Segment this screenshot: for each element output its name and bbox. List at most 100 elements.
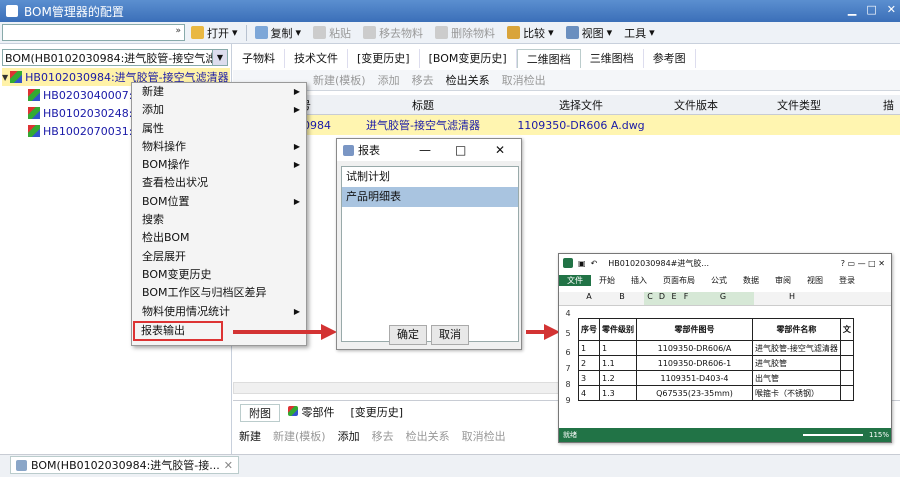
- menu-item-add[interactable]: 添加 ▶: [132, 101, 306, 119]
- menu-item-new[interactable]: 新建 ▶: [132, 83, 306, 101]
- add-button[interactable]: 添加: [372, 70, 406, 90]
- save-icon[interactable]: ▣: [578, 259, 586, 268]
- open-button[interactable]: 打开 ▾: [185, 23, 244, 43]
- menu-item-material-ops[interactable]: 物料操作 ▶: [132, 138, 306, 156]
- view-button[interactable]: 视图 ▾: [560, 23, 619, 43]
- dialog-close-button[interactable]: ✕: [495, 143, 505, 157]
- table-row[interactable]: 030984 进气胶管-接空气滤清器 1109350-DR606 A.dwg: [233, 115, 900, 135]
- row-number: 5: [565, 329, 571, 338]
- excel-sheet: A B C D E F G H 4 5 6 7 8 9 序号 零件级别 零部件图…: [559, 292, 891, 426]
- tab-bottom-change-history[interactable]: [变更历史]: [343, 404, 412, 422]
- list-item[interactable]: 产品明细表: [342, 187, 518, 207]
- paste-button[interactable]: 粘贴: [307, 23, 357, 43]
- cancel-button[interactable]: 取消: [431, 325, 469, 345]
- menu-item-bom-location[interactable]: BOM位置 ▶: [132, 193, 306, 211]
- submenu-arrow-icon: ▶: [293, 160, 300, 170]
- bottom-add-button[interactable]: 添加: [332, 426, 366, 446]
- tab-change-history[interactable]: [变更历史]: [348, 49, 420, 68]
- tab-parts[interactable]: 零部件: [280, 404, 343, 422]
- menu-item-checkout-bom[interactable]: 检出BOM: [132, 229, 306, 247]
- excel-status-bar: 就绪 115%: [559, 428, 891, 442]
- column-headers: A B C D E F G H: [559, 292, 891, 306]
- menu-item-report-output[interactable]: 报表输出: [133, 320, 223, 342]
- move-icon: [363, 26, 377, 39]
- ribbon-tab[interactable]: 插入: [623, 275, 655, 286]
- ribbon-tab[interactable]: 文件: [559, 274, 591, 286]
- menu-item-workspace-diff[interactable]: BOM工作区与归档区差异: [132, 284, 306, 302]
- bom-icon: [28, 125, 40, 137]
- copy-icon: [254, 26, 268, 39]
- report-dialog: 报表 — □ ✕ 试制计划 产品明细表 确定 取消: [336, 138, 522, 350]
- list-item[interactable]: 试制计划: [342, 167, 518, 187]
- ribbon-tab[interactable]: 数据: [735, 275, 767, 286]
- detail-tabs: 子物料 技术文件 [变更历史] [BOM变更历史] 二维图档 三维图档 参考图: [233, 48, 900, 68]
- menu-item-bom-change-history[interactable]: BOM变更历史: [132, 266, 306, 284]
- ribbon-tab[interactable]: 视图: [799, 275, 831, 286]
- menu-item-checkout-status[interactable]: 查看检出状况: [132, 174, 306, 192]
- close-icon[interactable]: ✕: [224, 459, 233, 472]
- report-list: 试制计划 产品明细表: [341, 166, 519, 342]
- zoom-slider[interactable]: [802, 434, 863, 436]
- dialog-minimize-button[interactable]: —: [419, 143, 431, 157]
- dialog-maximize-button[interactable]: □: [455, 143, 466, 157]
- submenu-arrow-icon: ▶: [293, 306, 300, 316]
- minimize-button[interactable]: ▁: [848, 3, 856, 16]
- bom-selector[interactable]: BOM(HB0102030984:进气胶管-接空气滤 ▼: [2, 49, 228, 66]
- table-row[interactable]: 3 1.2 1109351-D403-4 出气管: [578, 370, 854, 386]
- doc-toolbar: 新建(模板) 添加 移去 检出关系 取消检出: [233, 70, 900, 91]
- bottom-cancel-checkout-button[interactable]: 取消检出: [456, 426, 512, 446]
- bottom-checkout-relation-button[interactable]: 检出关系: [400, 426, 456, 446]
- report-icon: [343, 144, 354, 156]
- row-number: 4: [565, 309, 571, 318]
- new-template-button[interactable]: 新建(模板): [307, 70, 372, 90]
- chevron-down-icon: ▼: [212, 50, 227, 65]
- table-row[interactable]: 1 1 1109350-DR606/A 进气胶管-接空气滤清器: [578, 340, 854, 356]
- horizontal-scrollbar[interactable]: [233, 382, 573, 394]
- cancel-checkout-button[interactable]: 取消检出: [496, 70, 552, 90]
- bottom-new-template-button[interactable]: 新建(模板): [267, 426, 332, 446]
- excel-title-bar: ▣ ↶ HB0102030984#进气胶... ? ▭ — □ ✕: [559, 254, 891, 272]
- move-out-button[interactable]: 移去物料: [357, 23, 429, 43]
- paste-icon: [313, 26, 327, 39]
- close-button[interactable]: ✕: [887, 3, 896, 16]
- maximize-button[interactable]: □: [866, 3, 876, 16]
- ribbon-tab[interactable]: 公式: [703, 275, 735, 286]
- tab-attached-drawings[interactable]: 附图: [240, 404, 280, 422]
- checkout-relation-button[interactable]: 检出关系: [440, 70, 496, 90]
- tools-button[interactable]: 工具 ▾: [618, 23, 661, 43]
- tab-2d-drawings[interactable]: 二维图档: [516, 49, 581, 68]
- ribbon-tab[interactable]: 开始: [591, 275, 623, 286]
- menu-item-bom-ops[interactable]: BOM操作 ▶: [132, 156, 306, 174]
- tab-children[interactable]: 子物料: [233, 49, 285, 68]
- ok-button[interactable]: 确定: [389, 325, 427, 345]
- view-icon: [565, 26, 579, 39]
- table-row[interactable]: 4 1.3 Q67535(23-35mm) 喉箍卡（不锈钢）: [578, 385, 854, 401]
- document-icon: [16, 459, 27, 471]
- menu-item-properties[interactable]: 属性: [132, 120, 306, 138]
- undo-icon[interactable]: ↶: [591, 259, 598, 268]
- bottom-remove-button[interactable]: 移去: [366, 426, 400, 446]
- compare-button[interactable]: 比较 ▾: [501, 23, 560, 43]
- tab-reference[interactable]: 参考图: [644, 49, 696, 68]
- menu-item-search[interactable]: 搜索: [132, 211, 306, 229]
- copy-button[interactable]: 复制 ▾: [249, 23, 308, 43]
- toolbar-combo[interactable]: »: [2, 24, 185, 41]
- ribbon-tab[interactable]: 登录: [831, 275, 863, 286]
- context-menu: 新建 ▶ 添加 ▶ 属性 物料操作 ▶ BOM操作 ▶ 查看检出状况 BOM位置 ▶ 搜索…: [131, 82, 307, 346]
- tab-bom-change-history[interactable]: [BOM变更历史]: [420, 49, 517, 68]
- table-row[interactable]: 2 1.1 1109350-DR606-1 进气胶管: [578, 355, 854, 371]
- excel-window-controls[interactable]: ? ▭ — □ ✕: [841, 259, 891, 268]
- open-document-tab[interactable]: BOM(HB0102030984:进气胶管-接... ✕: [10, 456, 239, 474]
- tab-3d-drawings[interactable]: 三维图档: [581, 49, 644, 68]
- ribbon-tab[interactable]: 审阅: [767, 275, 799, 286]
- delete-button[interactable]: 删除物料: [429, 23, 501, 43]
- row-number: 9: [565, 396, 571, 405]
- menu-item-usage-stats[interactable]: 物料使用情况统计 ▶: [132, 303, 306, 321]
- bottom-new-button[interactable]: 新建: [233, 426, 267, 446]
- menu-item-expand-all[interactable]: 全层展开: [132, 248, 306, 266]
- ribbon-tab[interactable]: 页面布局: [655, 275, 703, 286]
- parts-table: 序号 零件级别 零部件图号 零部件名称 文 1 1 1109350-DR606/A 进…: [578, 318, 854, 401]
- tab-tech-docs[interactable]: 技术文件: [285, 49, 348, 68]
- remove-button[interactable]: 移去: [406, 70, 440, 90]
- window-title: BOM管理器的配置: [24, 4, 124, 19]
